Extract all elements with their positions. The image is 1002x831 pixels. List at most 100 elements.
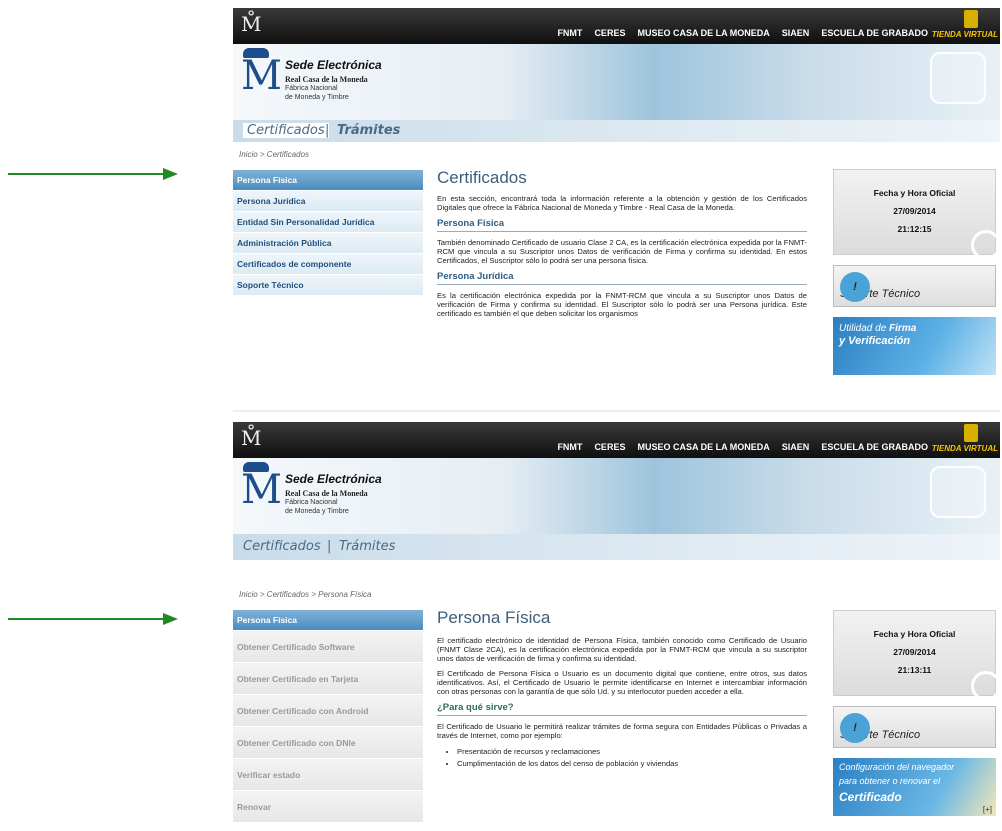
right-column: Fecha y Hora Oficial 27/09/2014 21:12:15… xyxy=(833,169,1000,375)
fnmt-text-1: Fábrica Nacional xyxy=(285,499,338,506)
main-content: Persona Física El certificado electrónic… xyxy=(437,608,807,770)
section-tabs: Certificados | Trámites xyxy=(233,534,1000,560)
sidebar: Persona Física Persona Jurídica Entidad … xyxy=(233,170,423,296)
paragraph-3: El Certificado de Usuario le permitirá r… xyxy=(437,722,807,740)
shopping-bag-icon[interactable] xyxy=(964,10,978,28)
official-clock: Fecha y Hora Oficial 27/09/2014 21:13:11 xyxy=(833,610,1000,701)
divider xyxy=(233,410,1000,412)
wrench-icon: ! xyxy=(840,272,870,302)
sidebar-item-renovar[interactable]: Renovar xyxy=(233,791,423,823)
paragraph-1: El certificado electrónico de identidad … xyxy=(437,636,807,663)
heading-para-que-sirve: ¿Para qué sirve? xyxy=(437,702,807,716)
section-tabs: Certificados | Trámites xyxy=(233,120,1000,142)
wrench-icon: ! xyxy=(840,713,870,743)
nav-museo[interactable]: MUSEO CASA DE LA MONEDA xyxy=(637,28,769,38)
sidebar-item-obtener-dnie[interactable]: Obtener Certificado con DNIe xyxy=(233,727,423,759)
sidebar-item-entidad[interactable]: Entidad Sin Personalidad Jurídica xyxy=(233,212,423,233)
promo-line-3: Certificado xyxy=(839,790,902,804)
list-item: Cumplimentación de los datos del censo d… xyxy=(457,758,807,770)
clock-label: Fecha y Hora Oficial xyxy=(873,629,956,639)
tab-tramites[interactable]: Trámites xyxy=(339,539,395,554)
nav-fnmt[interactable]: FNMT xyxy=(557,442,582,452)
clock-icon xyxy=(971,230,1000,260)
screenshot-persona-fisica: M̊ FNMT CERES MUSEO CASA DE LA MONEDA SI… xyxy=(233,422,1000,831)
tienda-virtual-link[interactable]: TIENDA VIRTUAL xyxy=(932,444,998,453)
promo-line-2: y Verificación xyxy=(839,335,911,347)
sidebar-item-obtener-android[interactable]: Obtener Certificado con Android xyxy=(233,695,423,727)
fnmt-text-2: de Moneda y Timbre xyxy=(285,508,349,515)
top-header: M̊ FNMT CERES MUSEO CASA DE LA MONEDA SI… xyxy=(233,8,1000,44)
promo-line-1: Configuración del navegador xyxy=(839,762,955,772)
m-logo-icon[interactable]: M xyxy=(241,470,282,510)
list-item: Presentación de recursos y reclamaciones xyxy=(457,746,807,758)
firma-verificacion-banner[interactable]: Utilidad de Firma y Verificación xyxy=(833,317,996,375)
annotation-arrow-2 xyxy=(8,613,178,625)
soporte-tecnico-banner[interactable]: Soporte Técnico ! xyxy=(833,706,996,748)
top-nav: FNMT CERES MUSEO CASA DE LA MONEDA SIAEN… xyxy=(557,28,928,38)
sidebar-item-persona-fisica[interactable]: Persona Física xyxy=(233,170,423,191)
sidebar-item-componente[interactable]: Certificados de componente xyxy=(233,254,423,275)
clock-date: 27/09/2014 xyxy=(893,206,936,216)
page-title: Persona Física xyxy=(437,608,551,627)
clock-date: 27/09/2014 xyxy=(893,647,936,657)
sidebar-item-persona-juridica[interactable]: Persona Jurídica xyxy=(233,191,423,212)
promo-line-2: para obtener o renovar el xyxy=(839,776,941,786)
sidebar-item-persona-fisica[interactable]: Persona Física xyxy=(233,610,423,631)
tab-separator: | xyxy=(327,539,332,554)
top-nav: FNMT CERES MUSEO CASA DE LA MONEDA SIAEN… xyxy=(557,442,928,452)
m-logo-icon[interactable]: M xyxy=(241,56,282,96)
nav-ceres[interactable]: CERES xyxy=(594,442,625,452)
intro-text: En esta sección, encontrará toda la info… xyxy=(437,194,807,212)
tab-tramites[interactable]: Trámites xyxy=(337,123,400,138)
nav-fnmt[interactable]: FNMT xyxy=(557,28,582,38)
top-header: M̊ FNMT CERES MUSEO CASA DE LA MONEDA SI… xyxy=(233,422,1000,458)
tienda-virtual-link[interactable]: TIENDA VIRTUAL xyxy=(932,30,998,39)
sidebar-item-obtener-tarjeta[interactable]: Obtener Certificado en Tarjeta xyxy=(233,663,423,695)
annotation-arrow-1 xyxy=(8,168,178,180)
nav-escuela[interactable]: ESCUELA DE GRABADO xyxy=(821,442,928,452)
heading-persona-juridica[interactable]: Persona Jurídica xyxy=(437,271,807,285)
smartcard-chip-icon xyxy=(930,52,986,104)
sidebar-item-soporte[interactable]: Soporte Técnico xyxy=(233,275,423,296)
screenshot-certificados: M̊ FNMT CERES MUSEO CASA DE LA MONEDA SI… xyxy=(233,8,1000,386)
page-title: Certificados xyxy=(437,168,527,187)
rcm-text: Real Casa de la Moneda xyxy=(285,75,368,84)
official-clock: Fecha y Hora Oficial 27/09/2014 21:12:15 xyxy=(833,169,1000,260)
promo-line-1: Utilidad de Firma xyxy=(839,323,917,334)
expand-link[interactable]: [+] xyxy=(983,805,992,814)
tab-certificados[interactable]: Certificados xyxy=(243,539,321,554)
banner: M Sede Electrónica Real Casa de la Moned… xyxy=(233,44,1000,120)
tab-separator: | xyxy=(325,123,330,138)
clock-label: Fecha y Hora Oficial xyxy=(873,188,956,198)
sidebar-item-verificar[interactable]: Verificar estado xyxy=(233,759,423,791)
breadcrumb: Inicio > Certificados > Persona Física xyxy=(239,590,372,599)
main-content: Certificados En esta sección, encontrará… xyxy=(437,168,807,324)
nav-ceres[interactable]: CERES xyxy=(594,28,625,38)
nav-siaen[interactable]: SIAEN xyxy=(782,28,810,38)
site-title: Sede Electrónica xyxy=(285,58,382,72)
nav-museo[interactable]: MUSEO CASA DE LA MONEDA xyxy=(637,442,769,452)
heading-persona-fisica[interactable]: Persona Física xyxy=(437,218,807,232)
rcm-text: Real Casa de la Moneda xyxy=(285,489,368,498)
clock-icon xyxy=(971,671,1000,701)
fnmt-text-1: Fábrica Nacional xyxy=(285,85,338,92)
nav-siaen[interactable]: SIAEN xyxy=(782,442,810,452)
configuracion-navegador-banner[interactable]: Configuración del navegador para obtener… xyxy=(833,758,996,816)
clock-time: 21:12:15 xyxy=(897,224,932,234)
clock-time: 21:13:11 xyxy=(897,665,932,675)
persona-fisica-text: También denominado Certificado de usuari… xyxy=(437,238,807,265)
banner: M Sede Electrónica Real Casa de la Moned… xyxy=(233,458,1000,534)
sidebar-item-obtener-software[interactable]: Obtener Certificado Software xyxy=(233,631,423,663)
shopping-bag-icon[interactable] xyxy=(964,424,978,442)
smartcard-chip-icon xyxy=(930,466,986,518)
site-title: Sede Electrónica xyxy=(285,472,382,486)
right-column: Fecha y Hora Oficial 27/09/2014 21:13:11… xyxy=(833,610,1000,816)
nav-escuela[interactable]: ESCUELA DE GRABADO xyxy=(821,28,928,38)
fnmt-text-2: de Moneda y Timbre xyxy=(285,94,349,101)
paragraph-2: El Certificado de Persona Física o Usuar… xyxy=(437,669,807,696)
soporte-tecnico-banner[interactable]: Soporte Técnico ! xyxy=(833,265,996,307)
breadcrumb: Inicio > Certificados xyxy=(239,150,310,159)
crown-m-logo-icon: M̊ xyxy=(241,12,262,36)
tab-certificados[interactable]: Certificados xyxy=(243,123,329,138)
sidebar-item-administracion[interactable]: Administración Pública xyxy=(233,233,423,254)
